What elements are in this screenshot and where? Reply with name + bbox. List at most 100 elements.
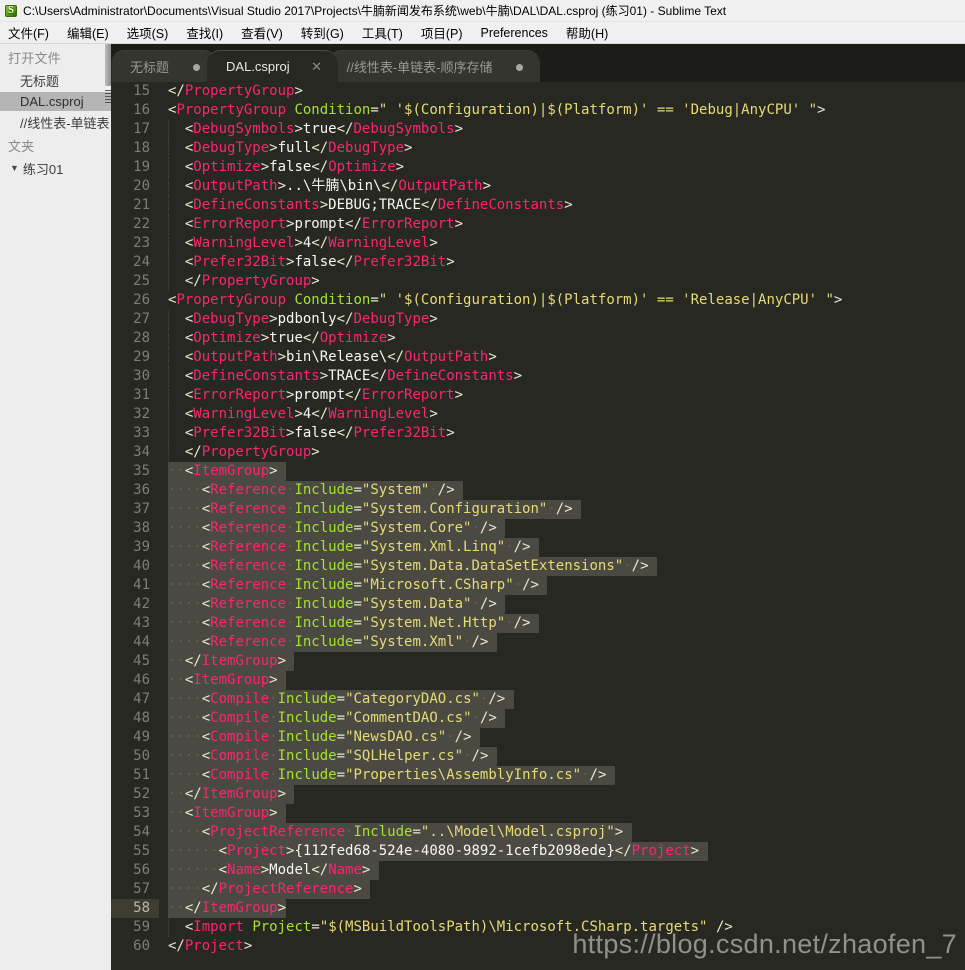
code-row[interactable]: 32 <WarningLevel>4</WarningLevel> [111, 405, 965, 424]
code-row[interactable]: 54 ····<ProjectReference·Include="..\Mode… [111, 823, 965, 842]
code-row[interactable]: 27 <DebugType>pdbonly</DebugType> [111, 310, 965, 329]
code-line-content[interactable]: ······<Project>{112fed68-524e-4080-9892-… [159, 842, 965, 861]
code-line-content[interactable]: ····<Reference·Include="System.Xml.Linq"… [159, 538, 965, 557]
code-line-content[interactable]: <DebugSymbols>true</DebugSymbols> [159, 120, 965, 139]
code-row[interactable]: 49 ····<Compile·Include="NewsDAO.cs"·/> [111, 728, 965, 747]
code-line-content[interactable]: ····<Reference·Include="System.Xml"·/> [159, 633, 965, 652]
code-line-content[interactable]: <OutputPath>..\牛腩\bin\</OutputPath> [159, 177, 965, 196]
code-line-content[interactable]: </Project> [159, 937, 965, 956]
code-line-content[interactable]: ····<Reference·Include="System"·/> [159, 481, 965, 500]
code-row[interactable]: 36 ····<Reference·Include="System"·/> [111, 481, 965, 500]
code-line-content[interactable]: ··</ItemGroup> [159, 899, 965, 918]
menu-item-2[interactable]: 选项(S) [127, 21, 178, 44]
menu-item-4[interactable]: 查看(V) [241, 21, 292, 44]
sidebar-open-file-0[interactable]: 无标题 [0, 69, 111, 92]
code-row[interactable]: 25 </PropertyGroup> [111, 272, 965, 291]
code-row[interactable]: 22 <ErrorReport>prompt</ErrorReport> [111, 215, 965, 234]
code-row[interactable]: 18 <DebugType>full</DebugType> [111, 139, 965, 158]
code-line-content[interactable]: <ErrorReport>prompt</ErrorReport> [159, 215, 965, 234]
code-row[interactable]: 29 <OutputPath>bin\Release\</OutputPath> [111, 348, 965, 367]
code-row[interactable]: 33 <Prefer32Bit>false</Prefer32Bit> [111, 424, 965, 443]
code-line-content[interactable]: ····<Compile·Include="Properties\Assembl… [159, 766, 965, 785]
code-row[interactable]: 44 ····<Reference·Include="System.Xml"·/> [111, 633, 965, 652]
menu-item-0[interactable]: 文件(F) [8, 21, 58, 44]
code-row[interactable]: 50 ····<Compile·Include="SQLHelper.cs"·/> [111, 747, 965, 766]
code-row[interactable]: 16 <PropertyGroup Condition=" '$(Configur… [111, 101, 965, 120]
code-line-content[interactable]: ····<Reference·Include="System.Data.Data… [159, 557, 965, 576]
code-row[interactable]: 60 </Project> [111, 937, 965, 956]
code-row[interactable]: 31 <ErrorReport>prompt</ErrorReport> [111, 386, 965, 405]
code-line-content[interactable]: <Prefer32Bit>false</Prefer32Bit> [159, 424, 965, 443]
code-line-content[interactable]: <DebugType>full</DebugType> [159, 139, 965, 158]
code-row[interactable]: 48 ····<Compile·Include="CommentDAO.cs"·/… [111, 709, 965, 728]
code-row[interactable]: 53 ··<ItemGroup> [111, 804, 965, 823]
code-row[interactable]: 17 <DebugSymbols>true</DebugSymbols> [111, 120, 965, 139]
code-line-content[interactable]: ····<Compile·Include="SQLHelper.cs"·/> [159, 747, 965, 766]
code-row[interactable]: 58 ··</ItemGroup> [111, 899, 965, 918]
code-row[interactable]: 52 ··</ItemGroup> [111, 785, 965, 804]
code-line-content[interactable]: ······<Name>Model</Name> [159, 861, 965, 880]
code-row[interactable]: 46 ··<ItemGroup> [111, 671, 965, 690]
code-row[interactable]: 20 <OutputPath>..\牛腩\bin\</OutputPath> [111, 177, 965, 196]
menu-item-9[interactable]: 帮助(H) [566, 21, 617, 44]
code-line-content[interactable]: ··</ItemGroup> [159, 785, 965, 804]
close-icon[interactable]: ✕ [306, 59, 328, 75]
code-line-content[interactable]: ····<Reference·Include="System.Configura… [159, 500, 965, 519]
code-line-content[interactable]: <WarningLevel>4</WarningLevel> [159, 405, 965, 424]
sidebar-open-file-1[interactable]: DAL.csproj [0, 92, 111, 111]
code-line-content[interactable]: ····</ProjectReference> [159, 880, 965, 899]
code-row[interactable]: 45 ··</ItemGroup> [111, 652, 965, 671]
code-line-content[interactable]: <PropertyGroup Condition=" '$(Configurat… [159, 101, 965, 120]
code-line-content[interactable]: ··<ItemGroup> [159, 671, 965, 690]
code-line-content[interactable]: ····<Reference·Include="System.Core"·/> [159, 519, 965, 538]
code-row[interactable]: 24 <Prefer32Bit>false</Prefer32Bit> [111, 253, 965, 272]
code-line-content[interactable]: ····<Compile·Include="CommentDAO.cs"·/> [159, 709, 965, 728]
menu-item-1[interactable]: 编辑(E) [67, 21, 118, 44]
code-row[interactable]: 56 ······<Name>Model</Name> [111, 861, 965, 880]
code-line-content[interactable]: ····<Reference·Include="System.Net.Http"… [159, 614, 965, 633]
code-line-content[interactable]: </PropertyGroup> [159, 272, 965, 291]
code-line-content[interactable]: <OutputPath>bin\Release\</OutputPath> [159, 348, 965, 367]
code-row[interactable]: 38 ····<Reference·Include="System.Core"·/… [111, 519, 965, 538]
code-line-content[interactable]: <Import Project="$(MSBuildToolsPath)\Mic… [159, 918, 965, 937]
code-row[interactable]: 34 </PropertyGroup> [111, 443, 965, 462]
code-row[interactable]: 23 <WarningLevel>4</WarningLevel> [111, 234, 965, 253]
code-row[interactable]: 37 ····<Reference·Include="System.Configu… [111, 500, 965, 519]
code-line-content[interactable]: ····<Reference·Include="Microsoft.CSharp… [159, 576, 965, 595]
code-row[interactable]: 40 ····<Reference·Include="System.Data.Da… [111, 557, 965, 576]
code-row[interactable]: 39 ····<Reference·Include="System.Xml.Lin… [111, 538, 965, 557]
menu-item-6[interactable]: 工具(T) [362, 21, 412, 44]
code-row[interactable]: 21 <DefineConstants>DEBUG;TRACE</DefineC… [111, 196, 965, 215]
code-line-content[interactable]: <PropertyGroup Condition=" '$(Configurat… [159, 291, 965, 310]
code-row[interactable]: 42 ····<Reference·Include="System.Data"·/… [111, 595, 965, 614]
code-line-content[interactable]: <Optimize>false</Optimize> [159, 158, 965, 177]
code-line-content[interactable]: <WarningLevel>4</WarningLevel> [159, 234, 965, 253]
code-line-content[interactable]: </PropertyGroup> [159, 82, 965, 101]
code-line-content[interactable]: ··<ItemGroup> [159, 804, 965, 823]
code-line-content[interactable]: ····<Reference·Include="System.Data"·/> [159, 595, 965, 614]
menu-item-5[interactable]: 转到(G) [301, 21, 353, 44]
code-row[interactable]: 47 ····<Compile·Include="CategoryDAO.cs"·… [111, 690, 965, 709]
code-row[interactable]: 55 ······<Project>{112fed68-524e-4080-989… [111, 842, 965, 861]
code-row[interactable]: 41 ····<Reference·Include="Microsoft.CSha… [111, 576, 965, 595]
tab-1[interactable]: DAL.csproj ✕ [207, 50, 338, 82]
sidebar-open-file-2[interactable]: //线性表-单链表 [0, 111, 111, 134]
code-line-content[interactable]: ····<ProjectReference·Include="..\Model\… [159, 823, 965, 842]
code-row[interactable]: 15 </PropertyGroup> [111, 82, 965, 101]
tab-0[interactable]: 无标题 [111, 50, 218, 82]
code-line-content[interactable]: <DefineConstants>TRACE</DefineConstants> [159, 367, 965, 386]
code-line-content[interactable]: ····<Compile·Include="CategoryDAO.cs"·/> [159, 690, 965, 709]
code-row[interactable]: 30 <DefineConstants>TRACE</DefineConstan… [111, 367, 965, 386]
code-row[interactable]: 43 ····<Reference·Include="System.Net.Htt… [111, 614, 965, 633]
menu-item-3[interactable]: 查找(I) [186, 21, 232, 44]
code-line-content[interactable]: </PropertyGroup> [159, 443, 965, 462]
code-row[interactable]: 28 <Optimize>true</Optimize> [111, 329, 965, 348]
code-row[interactable]: 26 <PropertyGroup Condition=" '$(Configur… [111, 291, 965, 310]
code-row[interactable]: 35 ··<ItemGroup> [111, 462, 965, 481]
code-line-content[interactable]: ··</ItemGroup> [159, 652, 965, 671]
code-line-content[interactable]: <ErrorReport>prompt</ErrorReport> [159, 386, 965, 405]
code-line-content[interactable]: ··<ItemGroup> [159, 462, 965, 481]
code-row[interactable]: 59 <Import Project="$(MSBuildToolsPath)\… [111, 918, 965, 937]
code-row[interactable]: 19 <Optimize>false</Optimize> [111, 158, 965, 177]
code-row[interactable]: 51 ····<Compile·Include="Properties\Assem… [111, 766, 965, 785]
